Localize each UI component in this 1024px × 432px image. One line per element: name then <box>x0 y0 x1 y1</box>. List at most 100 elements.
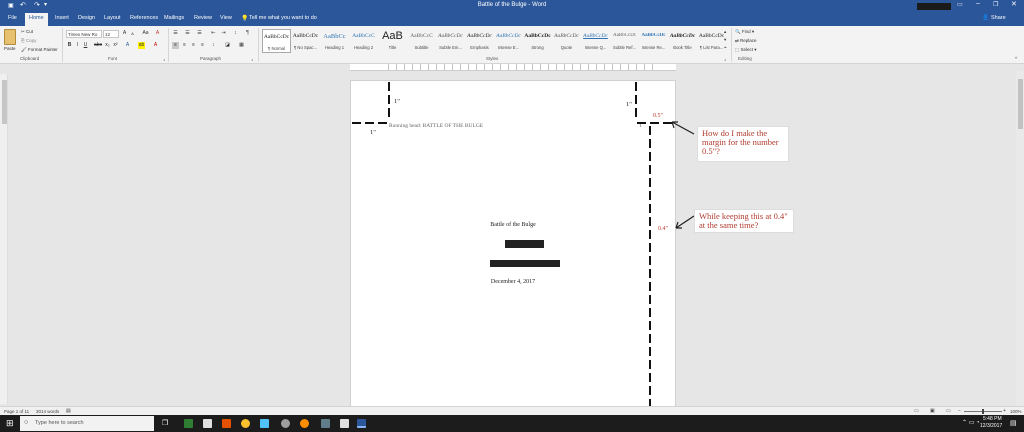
shading-icon[interactable]: ◪ <box>224 42 231 49</box>
font-dialog-launcher-icon[interactable]: ⌟ <box>163 56 165 62</box>
office-icon[interactable] <box>222 419 231 428</box>
underline-icon[interactable]: U <box>82 42 89 49</box>
clock-time[interactable]: 5:48 PM <box>983 416 1002 422</box>
grow-font-icon[interactable]: A <box>121 30 128 37</box>
system-tray-icons[interactable]: ⌃ ▭ ◔ <box>962 419 980 426</box>
notifications-icon[interactable]: ▤ <box>1010 419 1017 427</box>
font-size-select[interactable]: 12 <box>103 30 119 38</box>
style-heading-1[interactable]: AaBbCc Heading 1 <box>320 29 349 53</box>
taskbar-app-icon[interactable] <box>184 419 193 428</box>
copy-button[interactable]: ⎘ Copy <box>21 38 36 43</box>
ribbon-display-icon[interactable]: ▭ <box>957 1 963 8</box>
task-view-icon[interactable]: ❐ <box>162 419 168 427</box>
paste-icon[interactable] <box>4 29 16 45</box>
windows-start-icon[interactable]: ⊞ <box>6 418 14 429</box>
paste-button[interactable]: Paste <box>4 46 16 51</box>
italic-icon[interactable]: I <box>74 42 81 49</box>
tell-me-input[interactable]: Tell me what you want to do <box>249 15 317 21</box>
style-emphasis[interactable]: AaBbCcDc Emphasis <box>465 29 494 53</box>
document-date[interactable]: December 4, 2017 <box>351 279 675 285</box>
styles-more-icon[interactable]: ⩡ <box>724 45 727 50</box>
horizontal-ruler[interactable] <box>350 64 676 71</box>
close-icon[interactable]: ✕ <box>1011 0 1017 8</box>
style-intense-emphasis[interactable]: AaBbCcDc Intense E... <box>494 29 523 53</box>
increase-indent-icon[interactable]: ⇥ <box>220 30 227 37</box>
zoom-out-icon[interactable]: − <box>958 408 961 414</box>
tab-layout[interactable]: Layout <box>104 15 121 21</box>
tab-home[interactable]: Home <box>25 13 48 26</box>
font-name-select[interactable]: Times New Ro <box>66 30 102 38</box>
minimize-icon[interactable]: – <box>976 0 980 7</box>
align-center-icon[interactable]: ≡ <box>181 42 188 49</box>
text-effects-icon[interactable]: A <box>124 42 131 49</box>
clock-date[interactable]: 12/3/2017 <box>980 423 1002 429</box>
vertical-ruler[interactable] <box>0 74 8 404</box>
file-explorer-icon[interactable] <box>203 419 212 428</box>
styles-scroll-up-icon[interactable]: ▴ <box>724 29 726 35</box>
page-count[interactable]: Page 1 of 11 <box>4 409 29 414</box>
style-intense-reference[interactable]: AaBbCcDc Intense Re... <box>639 29 668 53</box>
word-taskbar-icon[interactable] <box>357 419 366 428</box>
style-intense-quote[interactable]: AaBbCcDc Intense Q... <box>581 29 610 53</box>
multilevel-list-icon[interactable]: ☰ <box>196 30 203 37</box>
select-button[interactable]: ⬚ Select ▾ <box>735 47 757 53</box>
font-color-icon[interactable]: A <box>152 42 159 49</box>
decrease-indent-icon[interactable]: ⇤ <box>210 30 217 37</box>
mail-icon[interactable] <box>340 419 349 428</box>
style-subtitle[interactable]: AaBbCcC Subtitle <box>407 29 436 53</box>
style-heading-2[interactable]: AaBbCcC Heading 2 <box>349 29 378 53</box>
find-button[interactable]: 🔍 Find ▾ <box>735 29 754 35</box>
zoom-in-icon[interactable]: + <box>1003 408 1006 414</box>
word-count[interactable]: 3014 words <box>36 409 59 414</box>
print-layout-icon[interactable]: ▣ <box>930 408 935 414</box>
replace-button[interactable]: ⇄ Replace <box>735 38 757 44</box>
tab-insert[interactable]: Insert <box>55 15 69 21</box>
sort-icon[interactable]: ↕ <box>232 30 239 37</box>
align-left-icon[interactable]: ≡ <box>172 42 179 49</box>
style-subtle-emphasis[interactable]: AaBbCcDc Subtle Em... <box>436 29 465 53</box>
firefox-icon[interactable] <box>300 419 309 428</box>
taskbar-search-input[interactable]: Type here to search <box>35 420 84 426</box>
style-book-title[interactable]: AaBbCcDc Book Title <box>668 29 697 53</box>
change-case-icon[interactable]: Aa <box>142 30 149 37</box>
justify-icon[interactable]: ≡ <box>199 42 206 49</box>
web-layout-icon[interactable]: ▭ <box>946 408 951 414</box>
style-subtle-reference[interactable]: AaBbCcDc Subtle Ref... <box>610 29 639 53</box>
style-strong[interactable]: AaBbCcDc Strong <box>523 29 552 53</box>
taskbar-app-icon[interactable] <box>281 419 290 428</box>
superscript-icon[interactable]: x² <box>112 42 119 49</box>
share-button[interactable]: Share <box>991 15 1006 21</box>
show-formatting-icon[interactable]: ¶ <box>244 30 251 37</box>
edge-icon[interactable] <box>260 419 269 428</box>
read-mode-icon[interactable]: ▭ <box>914 408 919 414</box>
bullets-icon[interactable]: ☰ <box>172 30 179 37</box>
styles-dialog-launcher-icon[interactable]: ⌟ <box>724 56 726 62</box>
cut-button[interactable]: ✂ Cut <box>21 29 33 35</box>
borders-icon[interactable]: ▦ <box>238 42 245 49</box>
line-spacing-icon[interactable]: ↕ <box>210 42 217 49</box>
bold-icon[interactable]: B <box>66 42 73 49</box>
clear-formatting-icon[interactable]: A <box>154 30 161 37</box>
numbering-icon[interactable]: ☰ <box>184 30 191 37</box>
tab-references[interactable]: References <box>130 15 158 21</box>
collapse-ribbon-icon[interactable]: ^ <box>1015 56 1017 61</box>
scrollbar-thumb[interactable] <box>1018 79 1023 129</box>
strikethrough-icon[interactable]: abc <box>94 42 102 49</box>
taskbar-app-icon[interactable] <box>321 419 330 428</box>
taskbar-search-box[interactable]: ○ Type here to search <box>20 416 154 431</box>
subscript-icon[interactable]: x₂ <box>104 42 111 49</box>
styles-scroll-down-icon[interactable]: ▾ <box>724 37 726 43</box>
proofing-icon[interactable]: ▤ <box>66 408 71 414</box>
style-normal[interactable]: AaBbCcDc ¶ Normal <box>262 29 291 53</box>
zoom-slider-handle[interactable] <box>982 409 984 414</box>
tab-design[interactable]: Design <box>78 15 95 21</box>
vertical-scrollbar[interactable] <box>1016 71 1024 406</box>
maximize-icon[interactable]: ❐ <box>993 1 998 8</box>
style-title[interactable]: AaB Title <box>378 29 407 53</box>
tab-file[interactable]: File <box>8 15 17 21</box>
running-head[interactable]: Running head: BATTLE OF THE BULGE <box>389 123 483 129</box>
chrome-icon[interactable] <box>241 419 250 428</box>
format-painter-button[interactable]: 🖌 Format Painter <box>21 47 58 53</box>
zoom-level[interactable]: 100% <box>1010 409 1022 414</box>
document-title[interactable]: Battle of the Bulge <box>351 222 675 228</box>
